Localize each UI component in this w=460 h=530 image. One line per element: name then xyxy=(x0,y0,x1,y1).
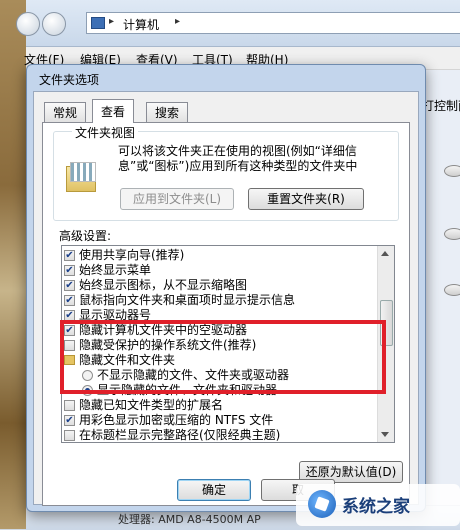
address-bar[interactable]: ▸ 计算机 ▸ xyxy=(86,12,460,34)
folder-view-description: 可以将该文件夹正在使用的视图(例如“详细信息”或“图标”)应用到所有这种类型的文… xyxy=(118,144,358,173)
tab-search[interactable]: 搜索 xyxy=(146,102,189,122)
drive-icon xyxy=(444,284,460,296)
setting-label: 显示隐藏的文件、文件夹和驱动器 xyxy=(97,383,278,397)
view-tab-panel: 文件夹视图 可以将该文件夹正在使用的视图(例如“详细信息”或“图标”)应用到所有… xyxy=(42,122,410,506)
setting-label: 在标题栏显示完整路径(仅限经典主题) xyxy=(79,428,281,442)
advanced-settings-label: 高级设置: xyxy=(59,229,112,243)
dialog-body: 常规 查看 搜索 文件夹视图 可以将该文件夹正在使用的视图(例如“详细信息”或“… xyxy=(33,91,419,506)
folder-options-dialog: 文件夹选项 常规 查看 搜索 文件夹视图 可以将该文件夹正在使用的视图(例如“详… xyxy=(26,64,426,512)
checkbox-unchecked-icon[interactable] xyxy=(64,340,75,351)
checkbox-checked-icon[interactable]: ✔ xyxy=(64,415,75,426)
forward-button[interactable] xyxy=(42,12,66,36)
checkbox-checked-icon[interactable]: ✔ xyxy=(64,265,75,276)
radio-selected-icon[interactable] xyxy=(82,385,93,396)
checkbox-unchecked-icon[interactable] xyxy=(64,400,75,411)
drive-icon xyxy=(444,228,460,240)
setting-row[interactable]: 隐藏已知文件类型的扩展名 xyxy=(62,398,380,413)
scroll-down-icon[interactable] xyxy=(381,432,389,437)
setting-label: 隐藏计算机文件夹中的空驱动器 xyxy=(79,323,248,337)
address-toolbar: ▸ 计算机 ▸ xyxy=(16,0,460,47)
setting-row: 隐藏文件和文件夹 xyxy=(62,353,380,368)
setting-row[interactable]: 不显示隐藏的文件、文件夹或驱动器 xyxy=(62,368,380,383)
scroll-up-icon[interactable] xyxy=(381,251,389,256)
advanced-settings-list[interactable]: ✔ 使用共享向导(推荐) ✔ 始终显示菜单 ✔ 始终显示图标，从不显示缩略图 ✔ 鼠标指向文件… xyxy=(61,245,395,443)
breadcrumb-separator-icon: ▸ xyxy=(109,16,115,27)
folder-view-group: 文件夹视图 可以将该文件夹正在使用的视图(例如“详细信息”或“图标”)应用到所有… xyxy=(53,124,399,221)
setting-row[interactable]: 在标题栏显示完整路径(仅限经典主题) xyxy=(62,428,380,442)
setting-label: 隐藏受保护的操作系统文件(推荐) xyxy=(79,338,257,352)
setting-label: 鼠标指向文件夹和桌面项时显示提示信息 xyxy=(79,293,296,307)
folder-document-icon xyxy=(70,162,96,182)
drive-icon xyxy=(444,165,460,177)
folder-icon xyxy=(64,355,75,365)
setting-label: 始终显示菜单 xyxy=(79,263,152,277)
setting-row[interactable]: ✔ 始终显示图标，从不显示缩略图 xyxy=(62,278,380,293)
setting-row[interactable]: ✔ 鼠标指向文件夹和桌面项时显示提示信息 xyxy=(62,293,380,308)
open-control-panel-link[interactable]: 打控制面 xyxy=(422,97,460,114)
breadcrumb-computer[interactable]: 计算机 xyxy=(123,16,159,33)
setting-row[interactable]: ✔ 使用共享向导(推荐) xyxy=(62,248,380,263)
setting-row[interactable]: ✔ 用彩色显示加密或压缩的 NTFS 文件 xyxy=(62,413,380,428)
dialog-title: 文件夹选项 xyxy=(39,73,100,87)
checkbox-checked-icon[interactable]: ✔ xyxy=(64,310,75,321)
setting-row[interactable]: ✔ 显示驱动器号 xyxy=(62,308,380,323)
setting-row[interactable]: ✔ 始终显示菜单 xyxy=(62,263,380,278)
radio-unselected-icon[interactable] xyxy=(82,370,93,381)
checkbox-unchecked-icon[interactable] xyxy=(64,430,75,441)
setting-label: 用彩色显示加密或压缩的 NTFS 文件 xyxy=(79,413,274,427)
back-button[interactable] xyxy=(16,12,40,36)
checkbox-checked-icon[interactable]: ✔ xyxy=(64,295,75,306)
watermark-text: 系统之家 xyxy=(342,497,410,517)
folder-view-icon xyxy=(66,160,98,192)
setting-label: 隐藏文件和文件夹 xyxy=(79,353,176,367)
folder-view-group-title: 文件夹视图 xyxy=(72,124,139,141)
tab-general[interactable]: 常规 xyxy=(44,102,87,122)
setting-label: 使用共享向导(推荐) xyxy=(79,248,185,262)
desktop-background-left xyxy=(0,0,26,529)
setting-label: 始终显示图标，从不显示缩略图 xyxy=(79,278,248,292)
setting-label: 不显示隐藏的文件、文件夹或驱动器 xyxy=(97,368,290,382)
computer-icon xyxy=(91,17,105,29)
setting-label: 显示驱动器号 xyxy=(79,308,152,322)
ok-button[interactable]: 确定 xyxy=(177,479,251,501)
system-home-logo-icon xyxy=(308,490,336,518)
settings-scrollbar[interactable] xyxy=(377,246,394,442)
checkbox-checked-icon[interactable]: ✔ xyxy=(64,325,75,336)
scroll-thumb[interactable] xyxy=(380,300,393,346)
processor-info: 处理器: AMD A8-4500M AP xyxy=(118,513,261,526)
apply-to-folders-button[interactable]: 应用到文件夹(L) xyxy=(120,188,234,210)
watermark: 系统之家 xyxy=(296,484,460,526)
breadcrumb-chevron-icon: ▸ xyxy=(175,16,181,27)
checkbox-checked-icon[interactable]: ✔ xyxy=(64,280,75,291)
setting-label: 隐藏已知文件类型的扩展名 xyxy=(79,398,224,412)
setting-row[interactable]: 隐藏受保护的操作系统文件(推荐) xyxy=(62,338,380,353)
setting-row[interactable]: 显示隐藏的文件、文件夹和驱动器 xyxy=(62,383,380,398)
tab-view[interactable]: 查看 xyxy=(92,99,135,123)
setting-row[interactable]: ✔ 隐藏计算机文件夹中的空驱动器 xyxy=(62,323,380,338)
checkbox-checked-icon[interactable]: ✔ xyxy=(64,250,75,261)
reset-folders-button[interactable]: 重置文件夹(R) xyxy=(248,188,364,210)
